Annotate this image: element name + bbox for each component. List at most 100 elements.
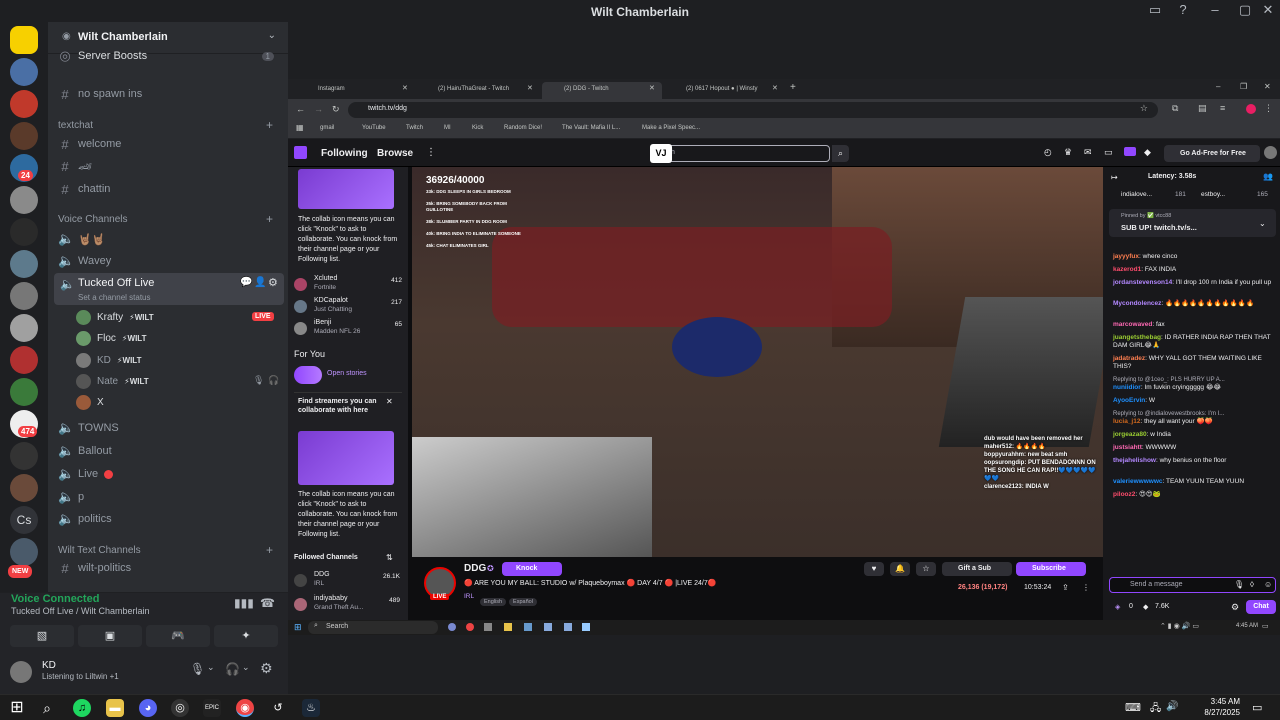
bookmark-gmail[interactable]: gmail [320,125,334,131]
close-icon[interactable]: ✕ [386,397,393,406]
url-field[interactable]: twitch.tv/ddg ☆ [348,102,1158,118]
sort-icon[interactable]: ⇅ [386,553,393,562]
chat-username[interactable]: jordanstevenson14 [1113,279,1172,286]
chat-username[interactable]: kazerod1 [1113,266,1141,273]
voice-user[interactable]: X [76,393,104,411]
tab-hopout[interactable]: (2) 0617 Hopout ● | Winsty [664,82,786,99]
server-icon[interactable] [10,122,38,150]
minimize-icon[interactable]: – [1216,82,1220,91]
windows-icon[interactable]: ⊞ [8,699,26,717]
add-channel-icon[interactable]: + [266,118,273,132]
volume-icon[interactable]: 🔊 [1166,701,1178,712]
file-explorer-icon[interactable]: ▬ [106,699,124,717]
server-icon-cs[interactable]: Cs [10,506,38,534]
tab-instagram[interactable]: Instagram [296,82,414,99]
close-icon[interactable]: ✕ [649,84,655,92]
close-icon[interactable]: ✕ [772,84,778,92]
menu-icon[interactable]: ⋮ [1264,103,1273,114]
prime-icon[interactable]: ◴ [1044,147,1052,158]
sidepanel-icon[interactable]: ▤ [1198,103,1207,114]
chevron-down-icon[interactable]: ⌄ [1259,219,1266,228]
open-stories[interactable]: Open stories [294,366,402,384]
reply-context[interactable]: Replying to @1ceo_: PLS HURRY UP A... [1113,376,1278,384]
search-input[interactable]: h [650,145,830,162]
gear-icon[interactable]: ⚙ [1231,602,1239,613]
keyboard-icon[interactable]: ⌨ [1125,701,1141,714]
close-icon[interactable]: ✕ [402,84,408,92]
chat-input[interactable]: Send a message 🎙 ◊ ☺ [1109,577,1276,593]
reply-context[interactable]: Replying to @indialovewestbrooks: I'm I.… [1113,410,1278,418]
tray-icons[interactable]: ⌃ ▮ ◉ 🔊 ▭ [1160,622,1199,630]
server-icon[interactable] [10,538,38,566]
gift-sub-button[interactable]: Gift a Sub [942,562,1012,576]
more-icon[interactable]: ⋮ [1082,583,1090,592]
chat-message[interactable]: jordanstevenson14: I'll drop 100 rn Indi… [1113,279,1278,287]
stream-category[interactable]: IRL [464,593,474,600]
extensions-icon[interactable]: ⧉ [1172,103,1178,114]
chat-username[interactable]: valeriewwwwwc [1113,478,1163,485]
knock-button[interactable]: Knock [502,562,562,576]
add-member-icon[interactable]: 👤 [254,277,266,288]
inbox-icon[interactable]: ▭ [1143,2,1167,18]
followed-channel[interactable]: DDG IRL 26.1K [294,571,400,593]
chat-message[interactable]: kazerod1: FAX INDIA [1113,266,1278,274]
twitch-logo-icon[interactable] [294,146,307,159]
chat-message[interactable]: thejahelishow: why benius on the floor [1113,457,1278,465]
chat-message[interactable]: Replying to @1ceo_: PLS HURRY UP A... nun… [1113,376,1278,392]
bookmark-twitch[interactable]: Twitch [406,125,423,131]
chevron-down-icon[interactable]: ⌄ [242,662,250,673]
channel-status[interactable]: Set a channel status [78,293,151,302]
server-icon[interactable] [10,378,38,406]
bookmark-mi[interactable]: MI [444,125,451,131]
notifications-icon[interactable]: ✉ [1084,147,1092,158]
chat-message[interactable]: justsiahtt: WWWWW [1113,444,1278,452]
steam-icon[interactable] [564,623,572,631]
sidebar-channel[interactable]: iBenji Madden NFL 26 65 [294,319,402,341]
steam-icon[interactable]: ♨ [302,699,320,717]
voice-channel-tucked-off-live[interactable]: 🔈 Tucked Off Live Set a channel status 💬… [54,273,284,305]
tab-hairuthagreat[interactable]: (2) HairuThaGreat - Twitch [416,82,540,99]
chat-message[interactable]: pilooz2: 😍😍🐸 [1113,491,1278,499]
crown-icon[interactable]: ♛ [1064,147,1072,158]
restore-icon[interactable]: ❐ [1240,82,1247,91]
nav-following[interactable]: Following [321,148,368,159]
chat-icon[interactable]: 💬 [240,277,252,288]
search-box[interactable]: ⌕ Search [308,621,438,634]
collapse-icon[interactable]: ↦ [1111,173,1118,182]
add-channel-icon[interactable]: + [266,543,273,557]
server-icon[interactable] [10,346,38,374]
chat-username[interactable]: lucia_j12 [1113,418,1140,425]
server-icon[interactable] [10,474,38,502]
chat-username[interactable]: nuniidior [1113,384,1141,391]
app-icon[interactable]: ◎ [171,699,189,717]
video-off-button[interactable]: ▧ [10,625,74,647]
avatar[interactable] [1264,146,1277,159]
server-icon[interactable] [10,250,38,278]
leader-name[interactable]: estboy... [1201,191,1225,198]
screen-share-button[interactable]: ▣ [78,625,142,647]
close-icon[interactable]: ✕ [1256,2,1280,18]
chat-message[interactable]: Mycondolencez: 🔥🔥🔥🔥🔥🔥🔥🔥🔥🔥🔥 [1113,300,1278,308]
tag[interactable]: Español [509,598,537,606]
notification-icon[interactable]: ▭ [1262,622,1269,630]
voice-location[interactable]: Tucked Off Live / Wilt Chamberlain [11,606,150,616]
server-icon[interactable] [10,282,38,310]
chat-message[interactable]: juangetsthebag: ID RATHER INDIA RAP THEN… [1113,334,1278,350]
headphones-icon[interactable]: 🎧 [225,662,240,676]
steam-icon[interactable] [544,623,552,631]
folder-icon[interactable] [504,623,512,631]
signal-icon[interactable]: ▮▮▮ [234,596,254,610]
nav-browse[interactable]: Browse [377,148,413,159]
voice-channel-towns[interactable]: 🔈 TOWNS [58,418,282,438]
search-icon[interactable]: ⌕ [38,699,56,717]
server-icon[interactable] [10,90,38,118]
gear-icon[interactable]: ⚙ [260,660,273,677]
channel-wilt-politics[interactable]: # wilt-politics [58,558,282,578]
microphone-icon[interactable]: 🎙 [1234,580,1244,589]
app-icon[interactable]: ↺ [269,699,287,717]
voice-channel-wavey[interactable]: 🔈 Wavey [58,251,282,271]
whispers-icon[interactable]: ▭ [1104,147,1113,158]
server-icon[interactable] [10,218,38,246]
apps-icon[interactable]: ▦ [296,123,304,132]
bookmark-kick[interactable]: Kick [472,125,483,131]
